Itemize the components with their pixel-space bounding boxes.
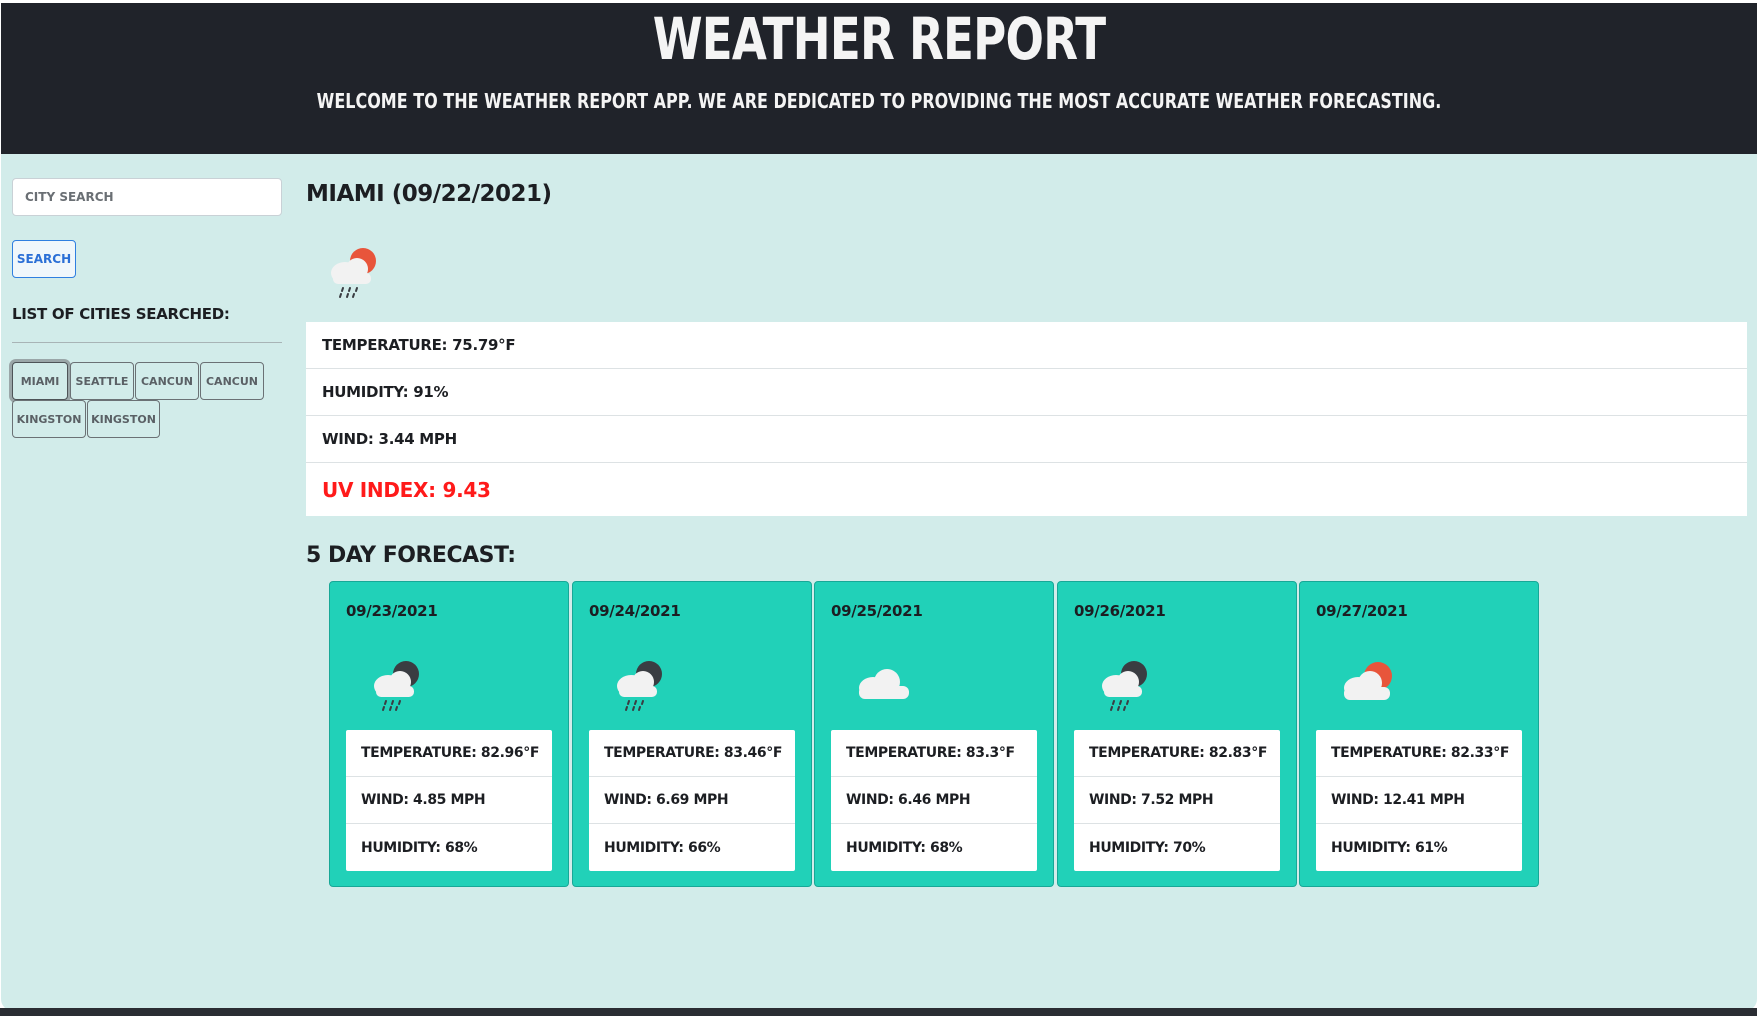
city-button-kingston-2[interactable]: Kingston — [87, 400, 160, 438]
current-uv-index: UV Index: 9.43 — [322, 477, 491, 502]
forecast-title: 5 Day Forecast: — [306, 543, 516, 568]
current-city-title: Miami (09/22/2021) — [306, 181, 552, 207]
forecast-card: 09/23/2021 Temperature: 82.96°F Wind: 4.… — [329, 581, 569, 887]
forecast-temperature: Temperature: 83.3°F — [831, 730, 1037, 777]
forecast-stats: Temperature: 82.83°F Wind: 7.52 MPH Humi… — [1074, 730, 1280, 871]
city-button-cancun-2[interactable]: Cancun — [200, 362, 264, 400]
cloud-sun-icon — [1344, 662, 1392, 700]
forecast-wind: Wind: 6.69 MPH — [589, 777, 795, 824]
forecast-wind: Wind: 4.85 MPH — [346, 777, 552, 824]
rain-cloud-sun-icon — [331, 248, 376, 298]
forecast-humidity: Humidity: 68% — [846, 839, 963, 856]
forecast-humidity: Humidity: 61% — [1331, 839, 1448, 856]
page-title: Weather Report — [652, 5, 1106, 73]
forecast-stats: Temperature: 82.96°F Wind: 4.85 MPH Humi… — [346, 730, 552, 871]
city-search-input[interactable] — [12, 178, 282, 216]
rain-cloud-moon-icon — [374, 661, 419, 711]
forecast-stats: Temperature: 82.33°F Wind: 12.41 MPH Hum… — [1316, 730, 1522, 871]
browser-viewport: Weather Report Welcome to the weather re… — [0, 0, 1757, 1016]
current-humidity: Humidity: 91% — [306, 369, 1747, 416]
forecast-temperature: Temperature: 83.46°F — [589, 730, 795, 777]
rain-cloud-moon-icon — [617, 661, 662, 711]
page-subtitle: Welcome to the weather report app. We ar… — [316, 89, 1442, 113]
cloud-icon — [859, 669, 909, 699]
weather-app: Weather Report Welcome to the weather re… — [1, 3, 1757, 1011]
forecast-humidity: Humidity: 68% — [361, 839, 478, 856]
forecast-temperature: Temperature: 82.33°F — [1316, 730, 1522, 777]
forecast-card: 09/24/2021 Temperature: 83.46°F Wind: 6.… — [572, 581, 812, 887]
forecast-date: 09/23/2021 — [346, 602, 438, 620]
forecast-date: 09/26/2021 — [1074, 602, 1166, 620]
forecast-wind: Wind: 7.52 MPH — [1074, 777, 1280, 824]
forecast-wind: Wind: 6.46 MPH — [831, 777, 1037, 824]
forecast-date: 09/27/2021 — [1316, 602, 1408, 620]
forecast-temperature: Temperature: 82.96°F — [346, 730, 552, 777]
rain-cloud-moon-icon — [1102, 661, 1147, 711]
city-button-cancun[interactable]: Cancun — [135, 362, 199, 400]
forecast-date: 09/25/2021 — [831, 602, 923, 620]
page-header: Weather Report Welcome to the weather re… — [1, 3, 1757, 154]
forecast-date: 09/24/2021 — [589, 602, 681, 620]
forecast-stats: Temperature: 83.46°F Wind: 6.69 MPH Humi… — [589, 730, 795, 871]
city-button-seattle[interactable]: Seattle — [70, 362, 134, 400]
current-temperature: Temperature: 75.79°F — [306, 322, 1747, 369]
forecast-wind: Wind: 12.41 MPH — [1316, 777, 1522, 824]
forecast-card: 09/25/2021 Temperature: 83.3°F Wind: 6.4… — [814, 581, 1054, 887]
forecast-card: 09/26/2021 Temperature: 82.83°F Wind: 7.… — [1057, 581, 1297, 887]
forecast-stats: Temperature: 83.3°F Wind: 6.46 MPH Humid… — [831, 730, 1037, 871]
forecast-card: 09/27/2021 Temperature: 82.33°F Wind: 12… — [1299, 581, 1539, 887]
search-button[interactable]: Search — [12, 240, 76, 278]
forecast-humidity: Humidity: 66% — [604, 839, 721, 856]
forecast-humidity: Humidity: 70% — [1089, 839, 1206, 856]
current-wind: Wind: 3.44 MPH — [306, 416, 1747, 463]
city-button-miami[interactable]: Miami — [12, 362, 68, 400]
forecast-temperature: Temperature: 82.83°F — [1074, 730, 1280, 777]
os-taskbar-strip — [0, 1008, 1757, 1016]
current-conditions-list: Temperature: 75.79°F Humidity: 91% Wind:… — [306, 322, 1747, 516]
searched-cities-label: List of Cities Searched: — [12, 305, 230, 323]
city-button-kingston[interactable]: Kingston — [12, 400, 86, 438]
sidebar-divider — [12, 342, 282, 343]
